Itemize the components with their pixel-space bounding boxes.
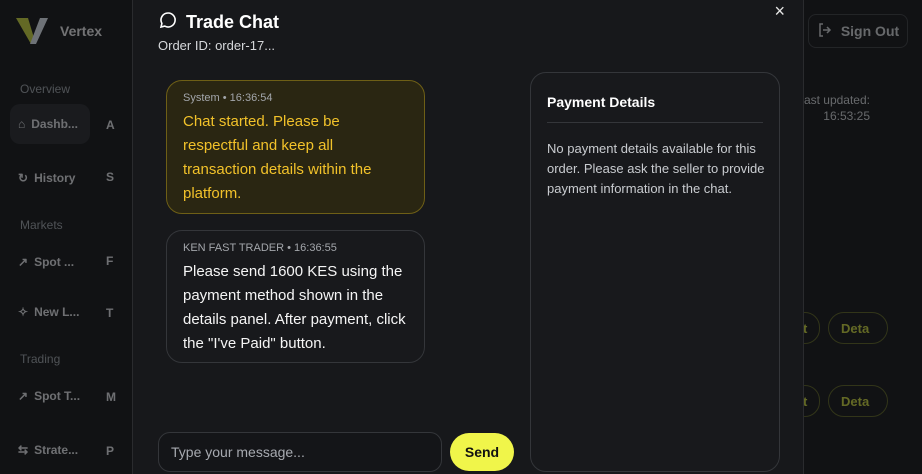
chart-icon: ↗ bbox=[18, 389, 29, 403]
sidebar-section-overview: Overview bbox=[20, 82, 71, 96]
sidebar-item-new-listings[interactable]: ✧ New L... bbox=[10, 292, 90, 332]
brand-name: Vertex bbox=[60, 23, 103, 39]
sidebar-item-spot[interactable]: ↗ Spot ... bbox=[10, 242, 90, 282]
sidebar-item-col2[interactable]: P bbox=[106, 444, 114, 458]
send-button[interactable]: Send bbox=[450, 433, 514, 471]
sparkle-icon: ✧ bbox=[18, 305, 29, 319]
sidebar-item-label: A bbox=[106, 118, 115, 132]
trade-chat-modal: Trade Chat Order ID: order-17... × Syste… bbox=[132, 0, 804, 474]
sidebar-section-markets: Markets bbox=[20, 218, 63, 232]
chat-bubble-icon bbox=[158, 10, 178, 35]
sidebar-item-strategies[interactable]: ⇆ Strate... bbox=[10, 430, 90, 470]
payment-details-title: Payment Details bbox=[547, 94, 656, 110]
sign-out-button[interactable]: Sign Out bbox=[808, 14, 908, 48]
payment-details-text: No payment details available for this or… bbox=[547, 141, 765, 196]
details-button[interactable]: Deta bbox=[828, 312, 888, 344]
sidebar-item-col2[interactable]: S bbox=[106, 170, 114, 184]
close-icon[interactable]: × bbox=[774, 1, 785, 22]
sidebar-item-col2[interactable]: T bbox=[106, 306, 113, 320]
sidebar-item-col2[interactable]: M bbox=[106, 390, 116, 404]
history-icon: ↻ bbox=[18, 171, 29, 185]
sidebar-item-dashboard[interactable]: ⌂ Dashb... bbox=[10, 104, 90, 144]
sidebar-item-label: M bbox=[106, 390, 116, 404]
sidebar-item-label: F bbox=[106, 254, 114, 268]
sign-out-label: Sign Out bbox=[840, 23, 900, 39]
message-meta: KEN FAST TRADER • 16:36:55 bbox=[183, 242, 337, 254]
sidebar-item-col2[interactable]: F bbox=[106, 254, 113, 268]
sidebar-item-label: Spot ... bbox=[34, 255, 75, 269]
sidebar-item-label: History bbox=[34, 171, 76, 185]
sidebar-item-label: Dashb... bbox=[31, 117, 78, 131]
chat-message-seller: KEN FAST TRADER • 16:36:55 Please send 1… bbox=[166, 230, 425, 363]
sidebar-item-label: S bbox=[106, 170, 115, 184]
message-text: Please send 1600 KES using the payment m… bbox=[183, 263, 406, 352]
last-updated-time: 16:53:25 bbox=[823, 109, 870, 123]
order-id: Order ID: order-17... bbox=[158, 38, 276, 53]
message-meta: System • 16:36:54 bbox=[183, 92, 273, 104]
message-text: Chat started. Please be respectful and k… bbox=[183, 113, 372, 202]
home-icon: ⌂ bbox=[18, 117, 26, 131]
last-updated-label: Last updated: bbox=[797, 93, 870, 107]
sidebar-item-col2[interactable]: A bbox=[106, 118, 115, 132]
modal-header: Trade Chat bbox=[158, 10, 279, 35]
divider bbox=[547, 122, 763, 123]
payment-details-panel: Payment Details No payment details avail… bbox=[530, 72, 780, 472]
strategy-icon: ⇆ bbox=[18, 443, 29, 457]
vertex-logo-icon bbox=[16, 18, 48, 44]
sidebar-item-label: Strate... bbox=[34, 443, 79, 457]
chat-message-system: System • 16:36:54 Chat started. Please b… bbox=[166, 80, 425, 214]
last-updated: Last updated: 16:53:25 bbox=[797, 92, 870, 124]
sidebar-item-label: Spot T... bbox=[34, 389, 81, 403]
details-button[interactable]: Deta bbox=[828, 385, 888, 417]
sign-out-icon bbox=[817, 22, 833, 41]
sidebar-section-trading: Trading bbox=[20, 352, 61, 366]
sidebar-item-label: T bbox=[106, 306, 114, 320]
sidebar: Overview ⌂ Dashb... ↻ History Markets ↗ … bbox=[0, 66, 130, 474]
sidebar-item-label: P bbox=[106, 444, 115, 458]
message-input[interactable] bbox=[158, 432, 442, 472]
sidebar-item-spot-trading[interactable]: ↗ Spot T... bbox=[10, 376, 90, 416]
chart-icon: ↗ bbox=[18, 255, 29, 269]
modal-title: Trade Chat bbox=[186, 12, 280, 32]
sidebar-item-label: New L... bbox=[34, 305, 80, 319]
brand[interactable]: Vertex bbox=[14, 16, 102, 46]
sidebar-item-history[interactable]: ↻ History bbox=[10, 158, 90, 198]
